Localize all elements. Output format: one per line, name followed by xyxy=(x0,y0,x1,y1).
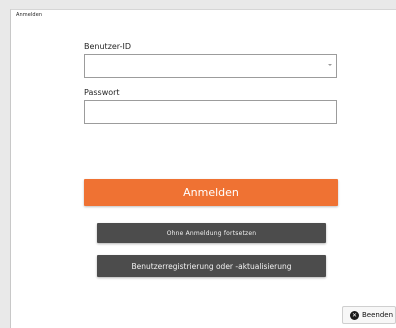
password-label: Passwort xyxy=(84,88,120,97)
quit-label: Beenden xyxy=(362,311,394,319)
chevron-down-icon[interactable] xyxy=(328,64,332,66)
window-title: Anmelden xyxy=(16,12,43,18)
login-window: Anmelden Benutzer-ID Passwort Anmelden O… xyxy=(10,9,396,328)
user-id-input[interactable] xyxy=(85,56,336,79)
password-field[interactable] xyxy=(84,100,337,125)
quit-button[interactable]: ✕ Beenden xyxy=(342,306,396,324)
login-button[interactable]: Anmelden xyxy=(84,179,338,206)
password-input[interactable] xyxy=(85,102,336,125)
close-circle-icon: ✕ xyxy=(350,310,359,320)
user-id-field[interactable] xyxy=(84,54,337,79)
user-registration-button[interactable]: Benutzerregistrierung oder -aktualisieru… xyxy=(97,255,326,277)
user-id-label: Benutzer-ID xyxy=(84,42,131,51)
continue-without-login-button[interactable]: Ohne Anmeldung fortsetzen xyxy=(97,223,326,243)
